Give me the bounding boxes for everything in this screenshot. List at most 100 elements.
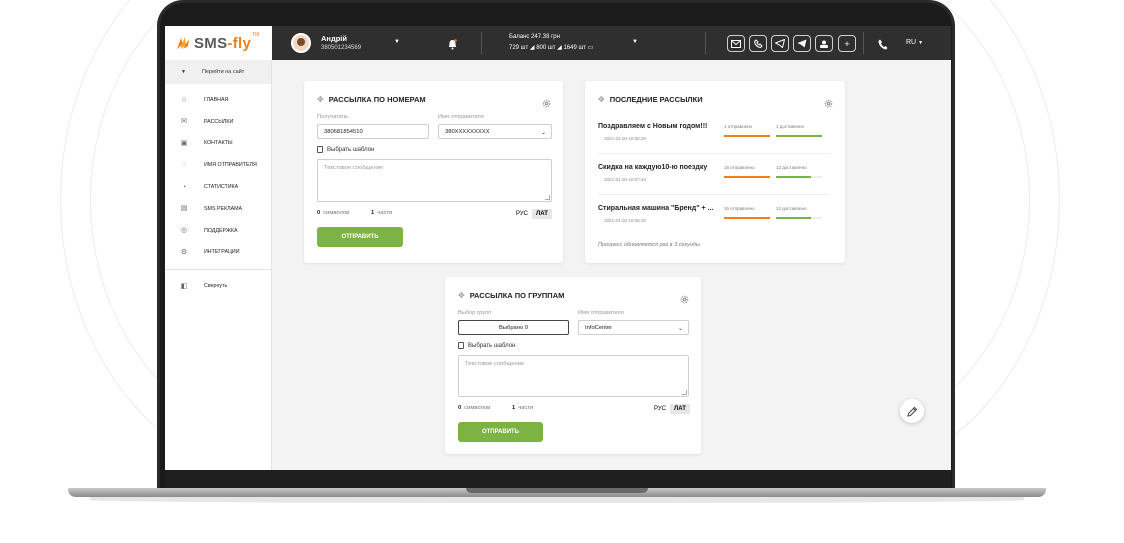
pencil-icon	[906, 406, 917, 417]
alphabet-ru-button[interactable]: РУС	[512, 209, 532, 219]
sidebar-item-sender-name[interactable]: ◌ Имя отправителя	[165, 154, 271, 176]
sender-select[interactable]: InfoCenter ⌄	[578, 320, 689, 335]
mailing-date: 2021-01-04 10:00:29	[604, 136, 646, 141]
document-icon	[458, 342, 464, 349]
sent-progress-track	[724, 135, 770, 137]
drag-handle-icon[interactable]: ✥	[458, 291, 465, 300]
card-title: ✥ РАССЫЛКА ПО НОМЕРАМ	[317, 95, 426, 104]
balance-chevron-icon[interactable]: ▼	[632, 39, 638, 45]
sender-select-value: 380XXXXXXXXX	[445, 128, 490, 135]
avatar[interactable]	[291, 33, 311, 53]
char-counter: 0 символов	[317, 210, 350, 216]
topbar: SMS-fly TM Андрій 380501234569 ▼ Баланс …	[165, 26, 951, 60]
alphabet-lat-button[interactable]: ЛАТ	[670, 404, 690, 414]
drag-handle-icon[interactable]: ✥	[598, 95, 605, 104]
user-menu-chevron-icon[interactable]: ▼	[394, 39, 400, 45]
mail-icon[interactable]	[727, 35, 745, 52]
send-by-group-card: ✥ РАССЫЛКА ПО ГРУППАМ Выбор групп Имя отп…	[445, 277, 701, 454]
delivered-count: 12 доставлено	[776, 165, 807, 170]
divider	[598, 153, 830, 154]
delivered-count: 12 доставлено	[776, 206, 807, 211]
send-button[interactable]: ОТПРАВИТЬ	[458, 422, 543, 442]
viber-icon[interactable]	[749, 35, 767, 52]
collapse-label: Свернуть	[204, 283, 228, 290]
resize-handle-icon[interactable]	[682, 390, 687, 395]
sidebar-item-label: Интеграции	[204, 249, 240, 256]
mailing-title: Стиральная машина "Бренд" + ...	[598, 205, 714, 212]
balance-amount: Баланс 247.38 грн	[509, 34, 560, 40]
choose-template-link[interactable]: Выбрать шаблон	[458, 342, 515, 349]
sender-select[interactable]: 380XXXXXXXXX ⌄	[438, 124, 552, 139]
delivered-progress-track	[776, 217, 822, 219]
language-select[interactable]: RU ▼	[906, 39, 923, 46]
plus-icon[interactable]: +	[838, 35, 856, 52]
send-by-number-card: ✥ РАССЫЛКА ПО НОМЕРАМ Получатель Имя отпр…	[304, 81, 563, 263]
choose-template-link[interactable]: Выбрать шаблон	[317, 146, 374, 153]
groups-select[interactable]: Выбрано 0	[458, 320, 569, 335]
send-button[interactable]: ОТПРАВИТЬ	[317, 227, 403, 247]
contacts-icon[interactable]	[815, 35, 833, 52]
message-textarea[interactable]: Текстовое сообщение	[317, 159, 552, 202]
recipient-input[interactable]: 380681854510	[317, 124, 429, 139]
sidebar-item-label: Главная	[204, 96, 229, 103]
mailing-date: 2021-01-04 10:06:18	[604, 218, 646, 223]
delivered-count: 1 доставлено	[776, 124, 805, 129]
contacts-icon: ▣	[180, 139, 188, 147]
user-phone: 380501234569	[321, 45, 362, 51]
sidebar-item-statistics[interactable]: ◔ Статистика	[165, 176, 271, 198]
edit-pencil-button[interactable]	[900, 399, 924, 423]
settings-gear-icon[interactable]	[680, 291, 689, 304]
sidebar-item-support[interactable]: ◎ Поддержка	[165, 220, 271, 242]
alphabet-toggle: РУС ЛАТ	[650, 404, 690, 414]
sender-select-value: InfoCenter	[585, 324, 613, 331]
card-title: ✥ ПОСЛЕДНИЕ РАССЫЛКИ	[598, 95, 703, 104]
sidebar-item-label: SMS реклама	[204, 205, 243, 212]
sidebar-item-sms-ads[interactable]: ▤ SMS реклама	[165, 198, 271, 220]
document-icon	[317, 146, 323, 153]
chevron-down-icon: ⌄	[677, 326, 683, 332]
divider	[598, 194, 830, 195]
settings-gear-icon[interactable]	[542, 95, 551, 108]
chat-icon: ◌	[181, 161, 187, 169]
resize-handle-icon[interactable]	[545, 195, 550, 200]
goto-site-link[interactable]: ▼ Перейти на сайт	[165, 60, 271, 84]
parts-counter: 1 части	[512, 405, 534, 411]
promo-stage: SMS-fly TM Андрій 380501234569 ▼ Баланс …	[0, 0, 1124, 543]
send-icon[interactable]	[793, 35, 811, 52]
sidebar-item-label: Рассылки	[204, 118, 234, 125]
phone-icon[interactable]	[878, 37, 888, 50]
support-icon: ◎	[180, 227, 188, 235]
sidebar-item-integrations[interactable]: ⚙ Интеграции	[165, 242, 271, 264]
sidebar-item-mailings[interactable]: ✉ Рассылки	[165, 111, 271, 133]
collapse-sidebar-button[interactable]: ◧ Свернуть	[165, 275, 271, 297]
delivered-progress-track	[776, 135, 822, 137]
recipient-label: Получатель	[317, 114, 349, 120]
laptop-chin	[165, 470, 951, 488]
telegram-icon[interactable]	[771, 35, 789, 52]
sidebar-item-label: Имя отправителя	[204, 162, 257, 169]
sidebar-item-home[interactable]: ⌂ Главная	[165, 89, 271, 111]
mailing-title: Скидка на каждую10-ю поездку	[598, 164, 708, 171]
sent-count: 16 отправлено	[724, 165, 755, 170]
alphabet-lat-button[interactable]: ЛАТ	[532, 209, 552, 219]
divider	[165, 269, 271, 271]
logo[interactable]: SMS-fly TM	[165, 26, 272, 60]
sender-label: Имя отправителя	[438, 114, 484, 120]
delivered-progress-bar	[776, 135, 822, 137]
alphabet-ru-button[interactable]: РУС	[650, 404, 670, 414]
message-textarea[interactable]: Текстовое сообщение	[458, 355, 689, 397]
parts-counter: 1 части	[371, 210, 393, 216]
drag-handle-icon[interactable]: ✥	[317, 95, 324, 104]
sidebar-item-label: Контакты	[204, 140, 233, 147]
recent-mailings-card: ✥ ПОСЛЕДНИЕ РАССЫЛКИ Поздравляем с Новым …	[585, 81, 845, 263]
sidebar-item-contacts[interactable]: ▣ Контакты	[165, 133, 271, 155]
sidebar-item-label: Статистика	[204, 184, 239, 191]
char-counter: 0 символов	[458, 405, 491, 411]
bell-icon[interactable]	[448, 37, 457, 50]
mailing-title: Поздравляем с Новым годом!!!	[598, 123, 708, 130]
divider	[863, 32, 864, 54]
settings-gear-icon[interactable]	[824, 95, 833, 108]
chat-icon: ▭	[587, 45, 594, 51]
sidebar-item-label: Поддержка	[204, 227, 238, 234]
delivered-progress-bar	[776, 217, 811, 219]
